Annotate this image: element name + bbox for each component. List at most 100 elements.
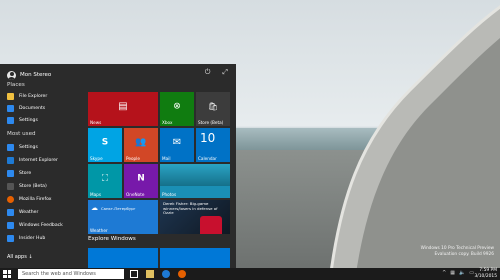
firefox-icon[interactable] — [178, 270, 186, 278]
search-input[interactable]: Search the web and Windows — [18, 269, 124, 279]
notification-icon[interactable]: ▭ — [469, 270, 474, 276]
task-view-icon[interactable] — [130, 270, 138, 278]
tile-label: Xbox — [162, 120, 173, 125]
start-left-column: Mon Stereo Places File Explorer Document… — [0, 64, 84, 268]
store-icon — [7, 169, 14, 177]
tile-xbox[interactable]: ⊗ Xbox — [160, 92, 194, 126]
tile-mail[interactable]: ✉ Mail — [160, 128, 194, 162]
store-beta-icon — [7, 182, 14, 190]
user-name: Mon Stereo — [20, 72, 52, 78]
item-label: Store (Beta) — [19, 183, 47, 189]
watermark-line-1: Windows 10 Pro Technical Preview — [420, 246, 494, 251]
tile-people[interactable]: 👥 People — [124, 128, 158, 162]
user-account[interactable]: Mon Stereo — [7, 68, 51, 82]
wallpaper-seawall — [328, 5, 500, 280]
folder-icon — [7, 92, 14, 100]
item-label: Mozilla Firefox — [19, 196, 52, 202]
tile-label: Weather — [90, 228, 108, 233]
start-top-controls: ⏻ ⤢ — [205, 68, 228, 77]
item-label: Documents — [19, 105, 46, 111]
most-used-windows-feedback[interactable]: Windows Feedback — [7, 220, 63, 230]
tile-onenote[interactable]: N OneNote — [124, 164, 158, 198]
tile-label: People — [126, 156, 140, 161]
all-apps-button[interactable]: All apps ↓ — [7, 254, 33, 260]
item-label: Insider Hub — [19, 235, 46, 241]
item-label: Store — [19, 170, 32, 176]
place-file-explorer[interactable]: File Explorer — [7, 91, 47, 101]
sports-headline: Derek Fisher: Big-game winners/losers in… — [163, 201, 218, 216]
tile-weather[interactable]: ☁ Санкт-Петербург Weather — [88, 200, 158, 234]
tile-label: Calendar — [198, 156, 217, 161]
place-settings[interactable]: Settings — [7, 115, 38, 125]
place-documents[interactable]: Documents — [7, 103, 45, 113]
item-label: Settings — [19, 144, 38, 150]
tile-label: Mail — [162, 156, 171, 161]
windows-start-icon[interactable] — [3, 270, 11, 278]
news-icon: ▤ — [118, 100, 128, 112]
system-tray: ^ ▦ 🔈 ▭ — [442, 270, 474, 276]
item-label: Windows Feedback — [19, 222, 63, 228]
tile-sports[interactable]: Derek Fisher: Big-game winners/losers in… — [160, 200, 230, 234]
most-used-settings[interactable]: Settings — [7, 142, 38, 152]
skype-icon: S — [101, 137, 109, 148]
most-used-store[interactable]: Store — [7, 168, 31, 178]
chevron-up-icon[interactable]: ^ — [442, 270, 446, 276]
expand-icon[interactable]: ⤢ — [222, 68, 228, 77]
places-heading: Places — [7, 82, 25, 88]
start-menu: Mon Stereo Places File Explorer Document… — [0, 64, 236, 268]
tile-label: OneNote — [126, 192, 145, 197]
onenote-icon: N — [137, 173, 145, 184]
tile-skype[interactable]: S Skype — [88, 128, 122, 162]
item-label: Settings — [19, 117, 38, 123]
photos-preview — [160, 164, 230, 186]
cloud-icon: ☁ — [91, 204, 98, 212]
tile-explore-1[interactable] — [88, 248, 158, 268]
most-used-firefox[interactable]: Mozilla Firefox — [7, 194, 52, 204]
most-used-internet-explorer[interactable]: Internet Explorer — [7, 155, 58, 165]
watermark-line-2: Evaluation copy. Build 9926 — [434, 251, 494, 257]
people-icon: 👥 — [135, 137, 147, 148]
tile-label: Maps — [90, 192, 102, 197]
tile-label: News — [90, 120, 102, 125]
clock[interactable]: 7:59 PM 3/10/2015 — [474, 268, 497, 279]
internet-explorer-icon — [7, 156, 14, 164]
mail-icon: ✉ — [172, 136, 182, 148]
weather-city: Санкт-Петербург — [101, 206, 136, 211]
clock-date: 3/10/2015 — [474, 273, 497, 279]
map-icon: ⛶ — [101, 173, 109, 184]
tile-explore-2[interactable] — [160, 248, 230, 268]
taskbar-apps — [130, 270, 186, 278]
most-used-weather[interactable]: Weather — [7, 207, 38, 217]
item-label: Weather — [19, 209, 39, 215]
tile-photos[interactable]: Photos — [160, 164, 230, 198]
calendar-day: 10 — [200, 131, 216, 145]
volume-icon[interactable]: 🔈 — [459, 270, 465, 276]
tile-news[interactable]: ▤ News — [88, 92, 158, 126]
most-used-store-beta[interactable]: Store (Beta) — [7, 181, 47, 191]
gear-icon — [7, 116, 14, 124]
weather-icon — [7, 208, 14, 216]
most-used-insider-hub[interactable]: Insider Hub — [7, 233, 45, 243]
feedback-icon — [7, 221, 14, 229]
most-used-heading: Most used — [7, 131, 36, 137]
tile-label: Photos — [162, 192, 177, 197]
tile-label: Skype — [90, 156, 103, 161]
tile-maps[interactable]: ⛶ Maps — [88, 164, 122, 198]
desktop-watermark: Windows 10 Pro Technical Preview Evaluat… — [421, 246, 494, 257]
document-icon — [7, 104, 14, 112]
power-icon[interactable]: ⏻ — [205, 68, 211, 77]
tile-calendar[interactable]: 10 Calendar — [196, 128, 230, 162]
gear-icon — [7, 143, 14, 151]
explore-windows-heading: Explore Windows — [88, 236, 136, 242]
avatar — [7, 70, 16, 80]
network-icon[interactable]: ▦ — [450, 270, 455, 276]
taskbar: Search the web and Windows ^ ▦ 🔈 ▭ 7:59 … — [0, 268, 500, 280]
player-jersey — [200, 216, 222, 234]
item-label: File Explorer — [19, 93, 48, 99]
xbox-icon: ⊗ — [173, 101, 181, 112]
tile-store-beta[interactable]: 🛍 Store (Beta) — [196, 92, 230, 126]
insider-hub-icon — [7, 234, 14, 242]
file-explorer-icon[interactable] — [146, 270, 154, 278]
store-bag-icon: 🛍 — [207, 101, 219, 111]
internet-explorer-icon[interactable] — [162, 270, 170, 278]
